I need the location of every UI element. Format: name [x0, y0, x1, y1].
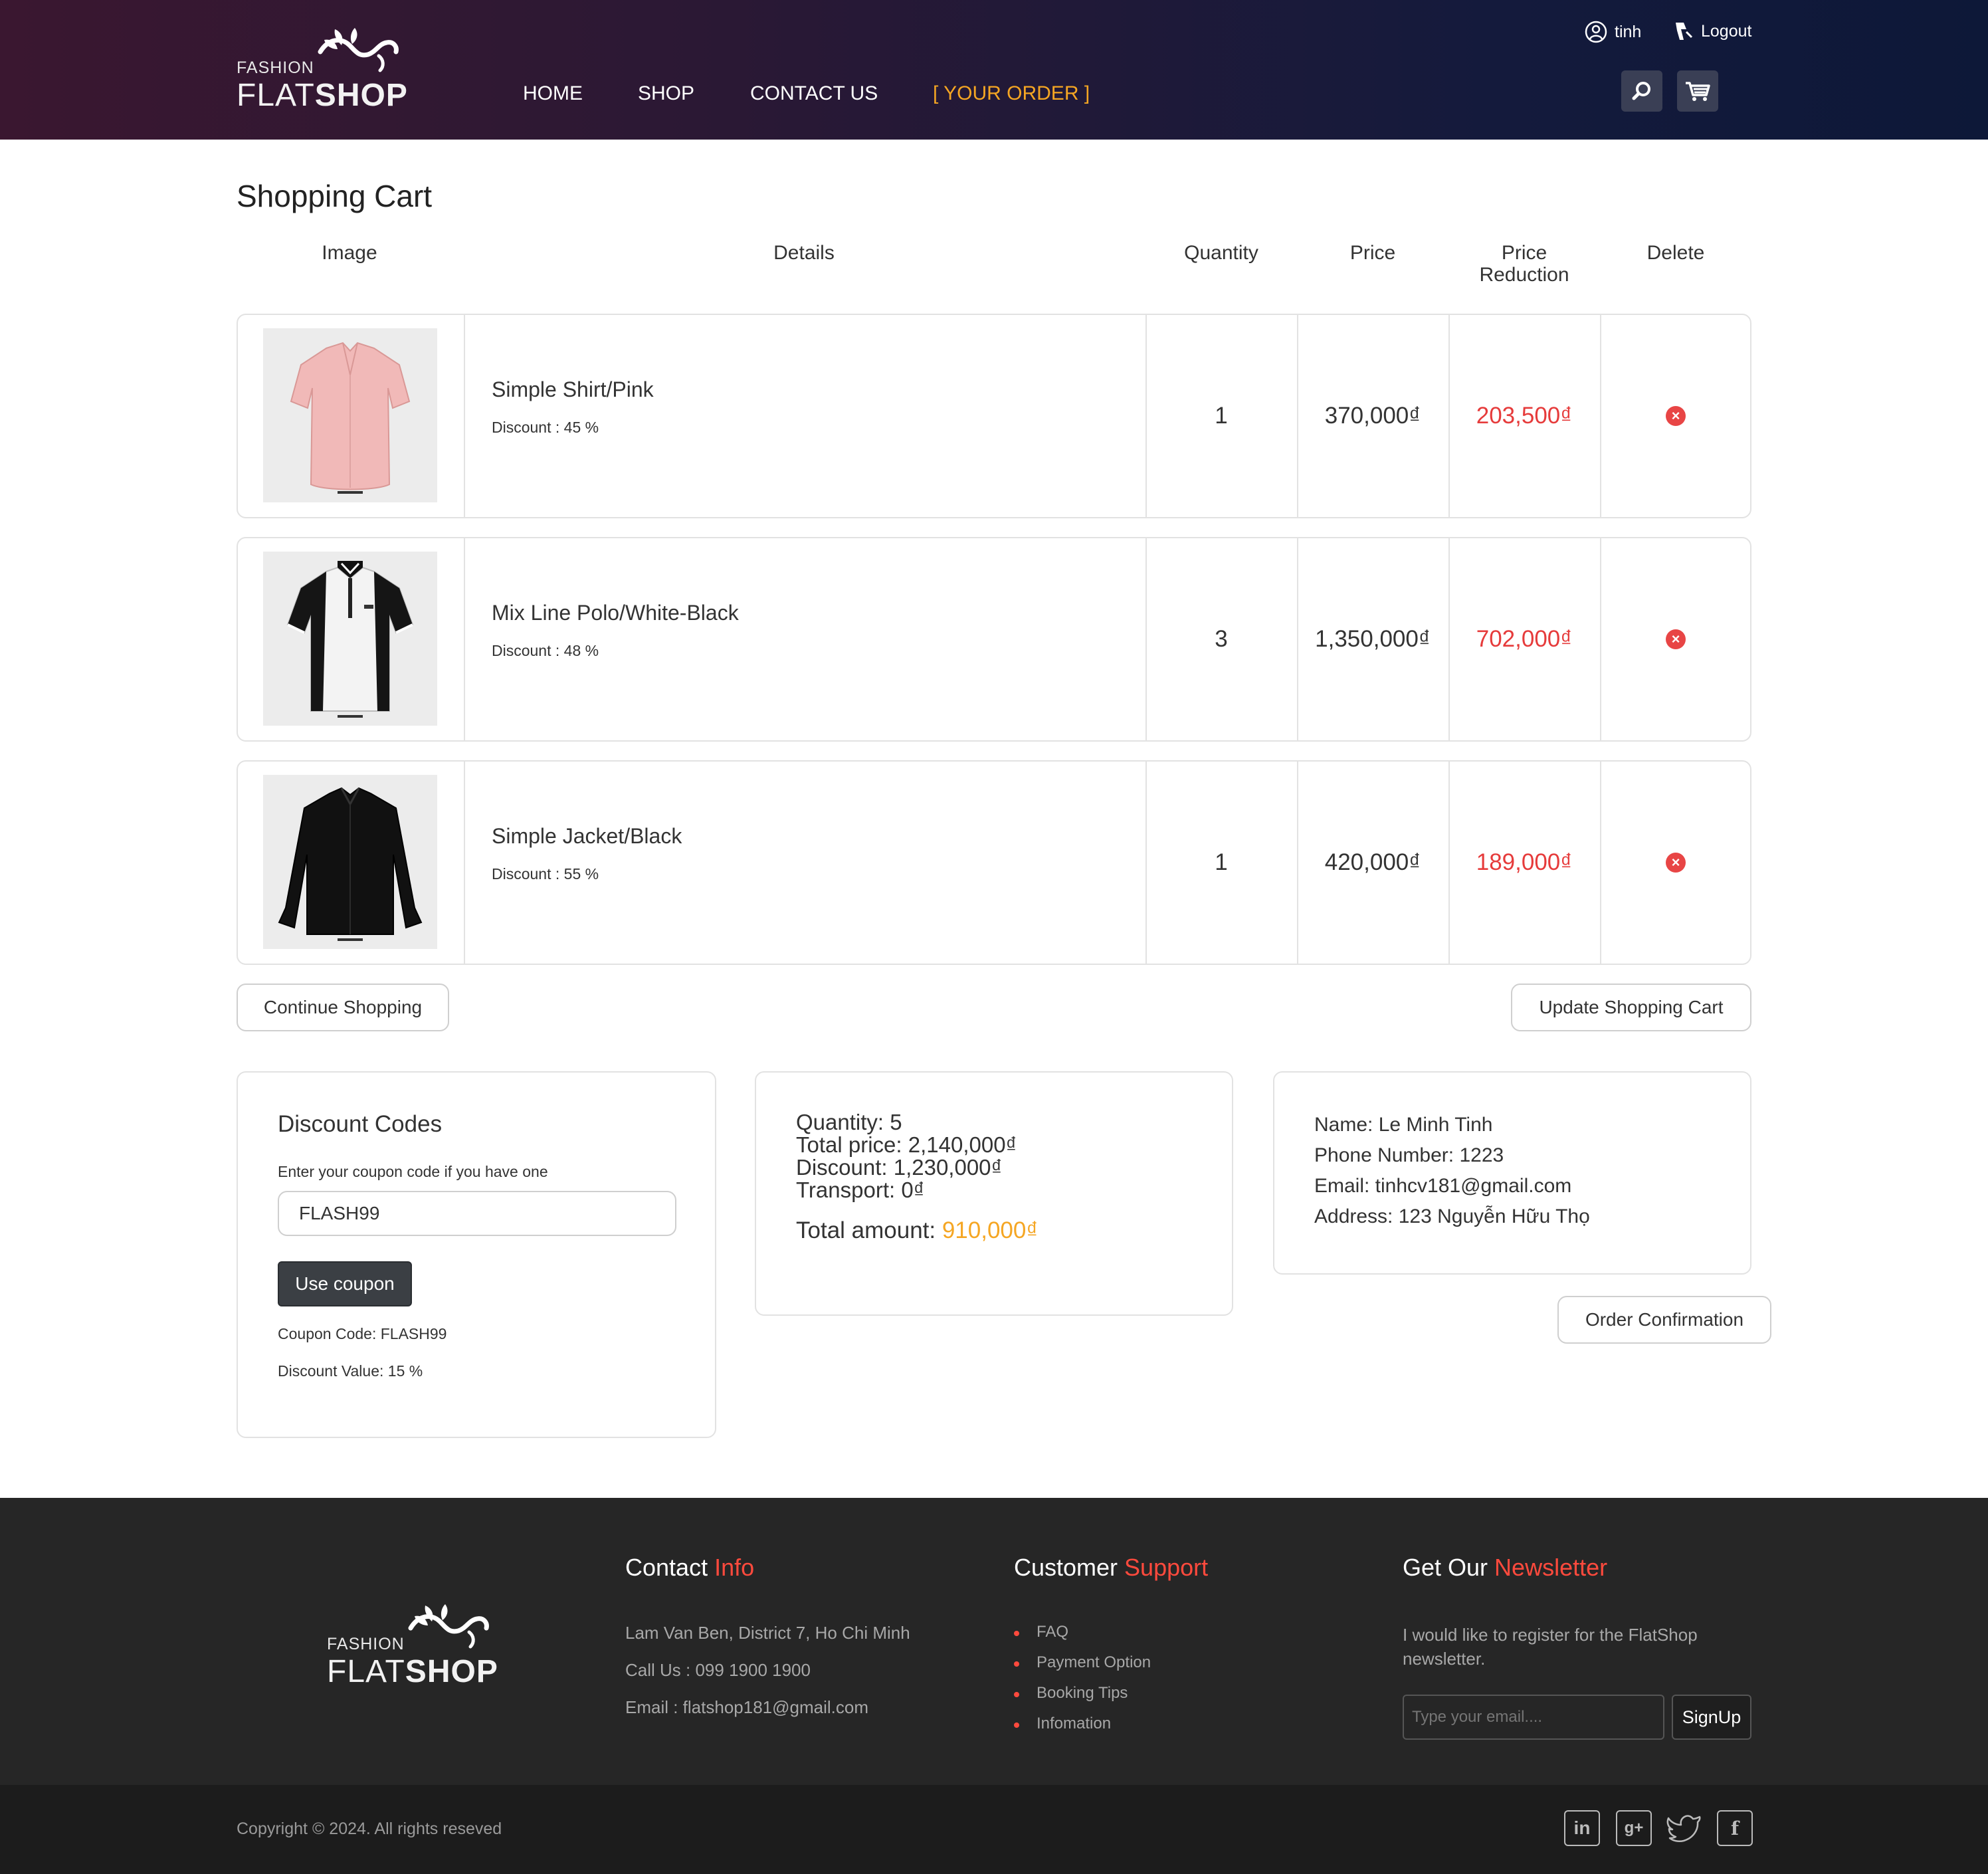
- contact-email: Email : flatshop181@gmail.com: [625, 1697, 868, 1717]
- summary-total-amount: Total amount: 910,000₫: [796, 1217, 1039, 1243]
- item-price: 1,350,000₫: [1315, 626, 1431, 652]
- logo-flourish-icon: [318, 28, 399, 72]
- footer-logo[interactable]: FASHION FLATSHOP: [327, 1602, 500, 1689]
- col-header-price-reduction: Price Reduction: [1479, 242, 1569, 286]
- applied-discount-value: Discount Value: 15 %: [278, 1362, 423, 1380]
- contact-phone: Call Us : 099 1900 1900: [625, 1660, 811, 1680]
- customer-address: Address: 123 Nguyễn Hữu Thọ: [1314, 1205, 1590, 1227]
- order-summary-panel: Quantity: 5 Total price: 2,140,000₫ Disc…: [755, 1071, 1233, 1316]
- contact-address: Lam Van Ben, District 7, Ho Chi Minh: [625, 1623, 910, 1643]
- coupon-input[interactable]: [278, 1191, 676, 1236]
- product-image-pink-shirt[interactable]: [263, 328, 437, 502]
- cart-button[interactable]: [1677, 70, 1718, 112]
- delete-item-icon[interactable]: ×: [1666, 629, 1686, 649]
- item-price-reduction: 189,000₫: [1476, 849, 1573, 875]
- support-link-booking-tips[interactable]: Booking Tips: [1014, 1684, 1280, 1703]
- logo-flatshop-text: FLATSHOP: [327, 1654, 498, 1689]
- search-icon: [1632, 82, 1650, 100]
- cart-icon: [1686, 82, 1710, 101]
- newsletter-email-input[interactable]: [1403, 1695, 1664, 1740]
- delete-item-icon[interactable]: ×: [1666, 406, 1686, 426]
- product-name[interactable]: Simple Shirt/Pink: [492, 377, 654, 402]
- product-discount: Discount : 45 %: [492, 419, 599, 436]
- summary-transport: Transport: 0₫: [796, 1178, 925, 1202]
- item-price-reduction: 702,000₫: [1476, 626, 1573, 652]
- nav-home[interactable]: HOME: [523, 82, 583, 105]
- facebook-icon[interactable]: f: [1717, 1810, 1753, 1846]
- update-cart-button[interactable]: Update Shopping Cart: [1511, 984, 1751, 1031]
- col-header-delete: Delete: [1646, 242, 1705, 264]
- coupon-prompt: Enter your coupon code if you have one: [278, 1163, 548, 1180]
- discount-codes-panel: Discount Codes Enter your coupon code if…: [237, 1071, 716, 1438]
- logout-icon: [1676, 23, 1693, 40]
- summary-discount: Discount: 1,230,000₫: [796, 1155, 1003, 1180]
- product-name[interactable]: Mix Line Polo/White-Black: [492, 601, 739, 625]
- cart-row: Simple Shirt/Pink Discount : 45 % 1 370,…: [237, 314, 1751, 518]
- cart-row: Simple Jacket/Black Discount : 55 % 1 42…: [237, 760, 1751, 965]
- newsletter-text: I would like to register for the FlatSho…: [1403, 1625, 1698, 1669]
- username-label: tinh: [1615, 22, 1642, 41]
- site-logo[interactable]: FASHION FLATSHOP: [237, 25, 409, 113]
- col-header-image: Image: [322, 242, 377, 264]
- col-header-details: Details: [773, 242, 835, 264]
- product-discount: Discount : 48 %: [492, 642, 599, 659]
- user-account-link[interactable]: tinh: [1584, 20, 1641, 44]
- contact-info-heading: Contact Info: [625, 1554, 755, 1581]
- search-button[interactable]: [1621, 70, 1662, 112]
- applied-coupon-code: Coupon Code: FLASH99: [278, 1325, 447, 1342]
- cart-row: Mix Line Polo/White-Black Discount : 48 …: [237, 537, 1751, 742]
- logo-fashion-text: FASHION: [327, 1635, 405, 1653]
- google-plus-icon[interactable]: g+: [1616, 1810, 1652, 1846]
- user-icon: [1585, 21, 1607, 43]
- use-coupon-button[interactable]: Use coupon: [278, 1261, 412, 1306]
- logo-flatshop-text: FLATSHOP: [237, 78, 408, 113]
- item-price: 420,000₫: [1324, 849, 1421, 875]
- customer-name: Name: Le Minh Tinh: [1314, 1114, 1493, 1136]
- product-image-jacket[interactable]: [263, 775, 437, 949]
- customer-phone: Phone Number: 1223: [1314, 1144, 1504, 1166]
- support-link-payment-option[interactable]: Payment Option: [1014, 1653, 1280, 1672]
- product-discount: Discount : 55 %: [492, 865, 599, 883]
- continue-shopping-button[interactable]: Continue Shopping: [237, 984, 449, 1031]
- delete-item-icon[interactable]: ×: [1666, 853, 1686, 873]
- linkedin-icon[interactable]: in: [1564, 1810, 1600, 1846]
- page-title: Shopping Cart: [237, 179, 433, 213]
- order-confirmation-button[interactable]: Order Confirmation: [1557, 1296, 1771, 1344]
- item-price: 370,000₫: [1324, 403, 1421, 429]
- copyright-text: Copyright © 2024. All rights reseved: [237, 1820, 502, 1838]
- customer-email: Email: tinhcv181@gmail.com: [1314, 1175, 1572, 1197]
- logout-link[interactable]: Logout: [1672, 20, 1751, 43]
- product-name[interactable]: Simple Jacket/Black: [492, 824, 682, 849]
- customer-support-heading: Customer Support: [1014, 1554, 1209, 1581]
- logo-fashion-text: FASHION: [237, 58, 314, 77]
- total-amount-value: 910,000₫: [942, 1217, 1039, 1243]
- twitter-icon[interactable]: [1666, 1810, 1702, 1846]
- nav-contact-us[interactable]: CONTACT US: [750, 82, 878, 105]
- item-price-reduction: 203,500₫: [1476, 403, 1573, 429]
- support-link-information[interactable]: Infomation: [1014, 1715, 1280, 1733]
- newsletter-signup-button[interactable]: SignUp: [1672, 1695, 1751, 1740]
- item-quantity[interactable]: 1: [1145, 315, 1297, 517]
- item-quantity[interactable]: 1: [1145, 762, 1297, 964]
- nav-your-order[interactable]: [ YOUR ORDER ]: [933, 82, 1090, 105]
- customer-info-panel: Name: Le Minh Tinh Phone Number: 1223 Em…: [1273, 1071, 1751, 1275]
- summary-quantity: Quantity: 5: [796, 1110, 902, 1134]
- discount-title: Discount Codes: [278, 1111, 443, 1137]
- item-quantity[interactable]: 3: [1145, 538, 1297, 740]
- col-header-quantity: Quantity: [1184, 242, 1258, 264]
- summary-total-price: Total price: 2,140,000₫: [796, 1132, 1017, 1157]
- product-image-polo[interactable]: [263, 552, 437, 726]
- logo-flourish-icon: [408, 1604, 489, 1649]
- logout-label: Logout: [1701, 21, 1752, 41]
- newsletter-heading: Get Our Newsletter: [1403, 1554, 1608, 1581]
- support-link-faq[interactable]: FAQ: [1014, 1623, 1280, 1641]
- nav-shop[interactable]: SHOP: [638, 82, 694, 105]
- col-header-price: Price: [1349, 242, 1396, 264]
